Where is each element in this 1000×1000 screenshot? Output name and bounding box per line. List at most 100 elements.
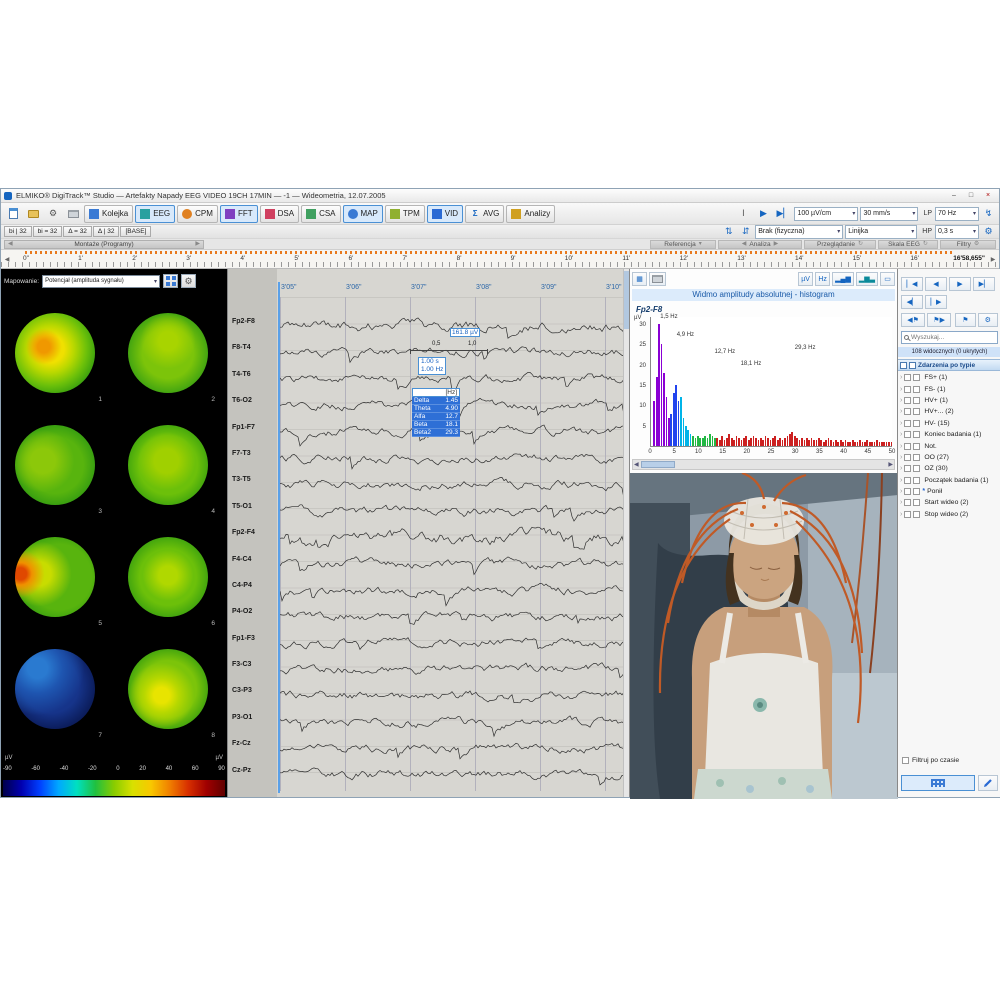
event-visible-checkbox[interactable] [904, 408, 911, 415]
event-type-row[interactable]: › OZ (30) [898, 463, 1000, 474]
view-tab[interactable]: FFT [220, 205, 258, 223]
event-type-row[interactable]: › OO (27) [898, 452, 1000, 463]
open-button[interactable] [24, 205, 42, 223]
event-type-row[interactable]: › Start wideo (2) [898, 497, 1000, 508]
minimize-button[interactable]: – [946, 190, 962, 201]
quick-filter-button[interactable]: ↯ [981, 207, 996, 220]
event-filter-checkbox[interactable] [913, 443, 920, 450]
scale-up-down-button[interactable]: ⇅ [721, 225, 736, 238]
sensitivity-select[interactable]: 100 µV/cm▾ [794, 207, 858, 221]
cursor-tool-button[interactable]: I [734, 205, 752, 223]
topo-map[interactable]: 8 [114, 639, 227, 751]
event-visible-checkbox[interactable] [904, 420, 911, 427]
event-filter-checkbox[interactable] [913, 454, 920, 461]
montage-preset-button[interactable]: Δ = 32 [63, 226, 92, 237]
video-frame[interactable] [630, 473, 898, 799]
event-visible-checkbox[interactable] [904, 454, 911, 461]
view-tab[interactable]: VID [427, 205, 463, 223]
event-visible-checkbox[interactable] [904, 499, 911, 506]
event-filter-checkbox[interactable] [913, 420, 920, 427]
event-type-row[interactable]: › HV- (15) [898, 418, 1000, 429]
topo-map[interactable]: 6 [114, 527, 227, 639]
montage-preset-button[interactable]: [BASE] [120, 226, 151, 237]
view-tab[interactable]: CPM [177, 205, 218, 223]
events-list-header[interactable]: Zdarzenia po typie [898, 359, 1000, 371]
prev-flag-button[interactable]: ◀⚑ [901, 313, 925, 327]
view-tab[interactable]: Analizy [506, 205, 555, 223]
event-type-row[interactable]: › HV+... (2) [898, 406, 1000, 417]
montage-preset-button[interactable]: bi | 32 [4, 226, 32, 237]
view-tab[interactable]: Σ AVG [465, 205, 504, 223]
print-button[interactable] [64, 205, 82, 223]
event-filter-checkbox[interactable] [913, 477, 920, 484]
next-event-button[interactable]: ▶ [949, 277, 971, 291]
next-page-button[interactable]: ▏▶ [925, 295, 947, 309]
select-all-checkbox[interactable] [900, 362, 907, 369]
montage-preset-button[interactable]: bi = 32 [33, 226, 63, 237]
table-view-button[interactable]: ▦ [632, 272, 647, 286]
event-filter-checkbox[interactable] [913, 465, 920, 472]
event-filter-checkbox[interactable] [913, 374, 920, 381]
event-visible-checkbox[interactable] [904, 374, 911, 381]
histogram-style-button[interactable]: ▂▄▆ [832, 272, 854, 286]
event-filter-checkbox[interactable] [913, 499, 920, 506]
timeline-scroll-right-button[interactable]: ▶ [988, 253, 998, 266]
prev-event-button[interactable]: ◀ [925, 277, 947, 291]
histogram-scrollbar[interactable]: ◀ ▶ [632, 459, 895, 470]
scrollbar-thumb[interactable] [641, 461, 675, 468]
event-filter-checkbox[interactable] [913, 431, 920, 438]
topo-map[interactable]: 7 [1, 639, 114, 751]
view-tab[interactable]: TPM [385, 205, 425, 223]
event-visible-checkbox[interactable] [904, 431, 911, 438]
event-visible-checkbox[interactable] [904, 465, 911, 472]
events-settings-button[interactable]: ⚙ [978, 313, 998, 327]
montage-group-header[interactable]: ◀ Montaże (Programy) ▶ [4, 240, 204, 249]
view-tab[interactable]: MAP [343, 205, 383, 223]
map-grid-button[interactable] [163, 274, 178, 288]
filter-settings-button[interactable]: ⚙ [981, 225, 996, 238]
histogram-style2-button[interactable]: ▂▆▃ [856, 272, 878, 286]
reference-select[interactable]: Brak (fizyczna)▾ [755, 225, 843, 239]
new-file-button[interactable] [4, 205, 22, 223]
event-type-row[interactable]: › HV+ (1) [898, 395, 1000, 406]
event-type-row[interactable]: › Początek badania (1) [898, 475, 1000, 486]
event-type-row[interactable]: › FS+ (1) [898, 372, 1000, 383]
event-type-row[interactable]: › FS- (1) [898, 383, 1000, 394]
topo-map[interactable]: 2 [114, 303, 227, 415]
map-settings-button[interactable]: ⚙ [181, 274, 196, 288]
close-button[interactable]: × [980, 190, 996, 201]
event-visible-checkbox[interactable] [904, 488, 911, 495]
keyboard-button[interactable] [901, 775, 975, 791]
event-type-row[interactable]: › Stop wideo (2) [898, 509, 1000, 520]
mapping-mode-select[interactable]: Potencjał (amplituda sygnału)▾ [42, 275, 160, 288]
topo-map[interactable]: 1 [1, 303, 114, 415]
topo-map[interactable]: 4 [114, 415, 227, 527]
event-visible-checkbox[interactable] [904, 443, 911, 450]
skip-button[interactable]: ▶▏ [774, 205, 792, 223]
speed-select[interactable]: 30 mm/s▾ [860, 207, 918, 221]
edit-button[interactable] [978, 775, 998, 791]
flag-button[interactable]: ⚑ [955, 313, 975, 327]
event-filter-checkbox[interactable] [913, 397, 920, 404]
maximize-button[interactable]: □ [963, 190, 979, 201]
search-input[interactable] [911, 334, 995, 341]
event-filter-checkbox[interactable] [913, 408, 920, 415]
prev-page-button[interactable]: ◀▏ [901, 295, 923, 309]
settings-button[interactable]: ⚙ [44, 205, 62, 223]
fullscreen-button[interactable]: ▭ [880, 272, 895, 286]
topo-map[interactable]: 5 [1, 527, 114, 639]
view-tab[interactable]: DSA [260, 205, 299, 223]
timeline-ruler[interactable]: ◀ 0"1'2'3'4'5'6'7'8'9'10'11'12'13'14'15'… [1, 250, 999, 269]
event-filter-checkbox[interactable] [913, 511, 920, 518]
hz-scale-button[interactable]: Hz [815, 272, 830, 286]
play-button[interactable]: ▶ [754, 205, 772, 223]
lp-filter-select[interactable]: 70 Hz▾ [935, 207, 979, 221]
ruler-tool-select[interactable]: Linijka▾ [845, 225, 917, 239]
first-event-button[interactable]: ▏◀ [901, 277, 923, 291]
uv-scale-button[interactable]: µV [798, 272, 813, 286]
montage-preset-button[interactable]: Δ | 32 [93, 226, 120, 237]
last-event-button[interactable]: ▶▏ [973, 277, 995, 291]
view-tab[interactable]: EEG [135, 205, 175, 223]
event-visible-checkbox[interactable] [904, 511, 911, 518]
eeg-panel[interactable]: 3'05"3'06"3'07"3'08"3'09"3'10" Fp2-F8F8-… [227, 269, 629, 797]
